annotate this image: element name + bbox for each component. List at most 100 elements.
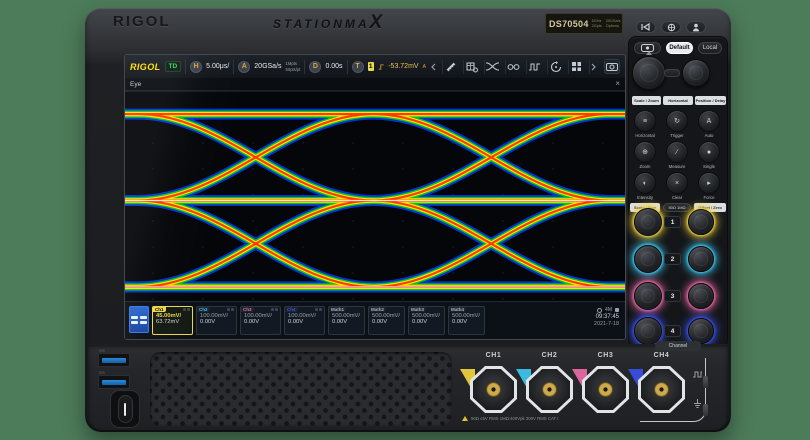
math1-offset: 0.00V [332,319,348,325]
math4-status-box[interactable]: Math4 500.00mV/ 0.00V [448,306,485,335]
ch1-bnc-connector[interactable] [470,366,517,413]
force-button[interactable]: ▸ [698,172,720,194]
collapse-left-icon[interactable] [430,60,438,74]
math3-status-box[interactable]: Math3 500.00mV/ 0.00V [408,306,445,335]
channel3-offset-knob[interactable] [688,283,714,309]
impedance-button[interactable]: 50Ω 1MΩ [663,203,691,212]
math3-offset: 0.00V [412,319,428,325]
search-icon[interactable] [504,59,522,74]
ratio-value: 50pts/pt [285,66,301,72]
channel2-button[interactable]: 2 [664,253,681,265]
ground-icon [692,396,703,414]
channel1-button[interactable]: 1 [664,216,681,228]
channel1-label: Ch1 [153,307,166,312]
ch2-port-label: CH2 [541,352,558,359]
math2-status-box[interactable]: Math2 500.00mV/ 0.00V [368,306,405,335]
history-icon[interactable] [546,59,564,74]
user-icon [692,23,700,31]
acquire-badge[interactable]: A [238,60,251,73]
auto-button-label: Auto [704,133,714,138]
transfer-button[interactable] [636,21,656,33]
channel4-label: Ch4 [285,307,298,312]
horizontal-button[interactable]: ≡ [634,110,656,132]
channel1-status-box[interactable]: Ch1 45.00mV/ 63.72mV [152,306,193,335]
horizontal-badge[interactable]: H [190,60,203,73]
time-display: 09:37:45 [595,313,619,320]
math2-label: Math2 [369,307,387,312]
gear-icon [615,308,619,313]
screenshot-button[interactable] [603,59,620,74]
intensity-button[interactable]: ◐ [634,172,656,194]
usb-port-2[interactable] [98,375,130,389]
ch2-bnc-connector[interactable] [526,366,573,413]
user-button[interactable] [686,21,706,33]
tab-position-delay[interactable]: Position / Delay [695,96,726,105]
channel-section-label: Channel [655,341,701,351]
timebase-value[interactable]: 5.00μs/ [206,63,229,70]
zoom-button[interactable]: ⊕ [634,141,656,163]
spec-options: Options [605,23,619,28]
tab-scale-zoom[interactable]: Scale / Zoom [632,96,661,105]
probe-comp-terminal[interactable] [703,376,708,388]
channel2-offset-knob[interactable] [688,246,714,272]
delay-value[interactable]: 0.00s [325,63,342,70]
channel3-scale-knob[interactable] [634,282,662,310]
usb-port-1[interactable] [98,353,130,367]
intensity-button-label: Intensity [636,195,653,200]
channel3-status-box[interactable]: Ch3 100.00mV/ 0.00V [240,306,281,335]
horizontal-menu-button[interactable] [664,69,680,77]
default-button[interactable]: Default [666,42,693,54]
auto-button[interactable]: A [698,110,720,132]
horizontal-position-knob[interactable] [682,59,710,87]
sample-rate-value[interactable]: 20GSa/s [254,63,281,70]
brand-logo: RIGOL [113,13,171,30]
ch3-bnc-connector[interactable] [582,366,629,413]
tab-horizontal[interactable]: Horizontal [663,96,693,105]
zoom-button-icon: ⊕ [642,149,648,156]
trigger-level[interactable]: -53.72mV [388,63,418,70]
trigger-button-label: Trigger [670,133,684,138]
apps-grid-icon[interactable] [567,59,585,74]
counter-icon[interactable] [525,59,543,74]
trigger-status[interactable]: TD [164,61,182,72]
measure-tool-icon[interactable] [441,59,459,74]
ch1-port-label: CH1 [485,352,502,359]
measure-button-icon: ∕ [676,148,678,156]
trigger-source[interactable]: 1 [367,62,374,71]
expand-right-icon[interactable] [588,59,598,74]
network-button[interactable] [661,21,681,33]
power-button[interactable] [110,390,140,428]
delay-badge[interactable]: D [309,60,322,73]
measure-button[interactable]: ∕ [666,141,688,163]
horizontal-scale-knob[interactable] [632,56,666,90]
series-text: STATIONMA [273,17,370,31]
clear-button[interactable]: × [666,172,688,194]
channel4-status-box[interactable]: Ch4 100.00mV/ 0.00V [284,306,325,335]
horizontal-button-icon: ≡ [642,117,648,125]
math1-status-box[interactable]: Math1 500.00mV/ 0.00V [328,306,365,335]
clear-button-icon: × [674,179,680,187]
single-button[interactable]: ● [698,141,720,163]
trigger-badge[interactable]: T [351,60,364,73]
zoom-button-label: Zoom [639,164,651,169]
channel2-status-box[interactable]: Ch2 100.00mV/ 0.00V [196,306,237,335]
ch4-bnc-connector[interactable] [638,366,685,413]
eye-diagram-icon[interactable] [483,59,501,74]
channel1-offset-knob[interactable] [688,209,714,235]
math1-label: Math1 [329,307,347,312]
speaker-grille [150,352,452,426]
trigger-button[interactable]: ↻ [666,110,688,132]
channel4-button[interactable]: 4 [664,325,681,337]
eye-taskbar-icon[interactable] [129,306,149,333]
result-table-icon[interactable] [462,59,480,74]
local-button[interactable]: Local [698,42,722,54]
clock-panel[interactable]: 4M 09:37:45 2021-7-18 [592,306,621,329]
channel3-button[interactable]: 3 [664,290,681,302]
date-display: 2021-7-18 [593,321,619,328]
channel1-scale-knob[interactable] [634,208,662,236]
force-button-label: Force [703,195,715,200]
close-icon[interactable]: × [615,80,620,88]
channel4-offset: 0.00V [288,319,304,325]
channel2-scale-knob[interactable] [634,245,662,273]
ground-terminal[interactable] [703,404,708,416]
